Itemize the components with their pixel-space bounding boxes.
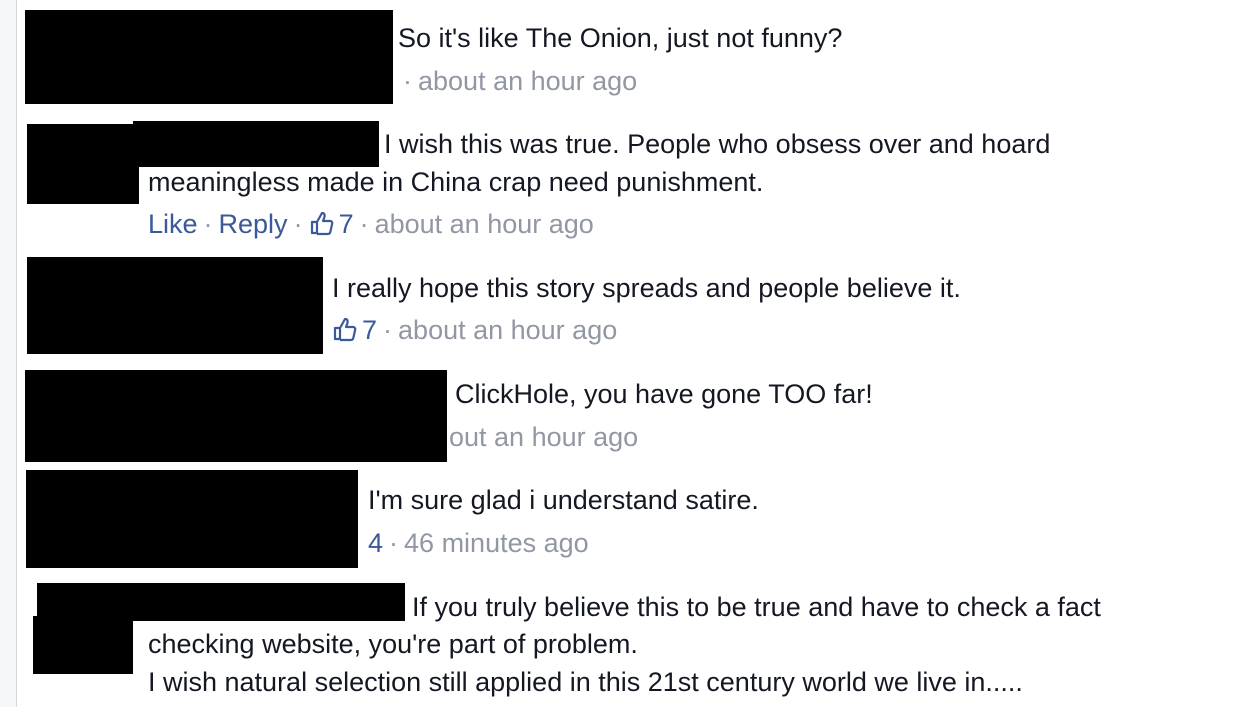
comments-panel: So it's like The Onion, just not funny? … bbox=[16, 0, 1245, 707]
comment-text-continued: checking website, you're part of problem… bbox=[148, 625, 1023, 701]
redacted-author bbox=[26, 470, 358, 568]
comment-1: So it's like The Onion, just not funny? … bbox=[17, 0, 1245, 110]
comment-text-line: I really hope this story spreads and peo… bbox=[332, 273, 961, 303]
comment-text-line: I'm sure glad i understand satire. bbox=[368, 485, 759, 515]
like-button[interactable]: Like bbox=[148, 209, 198, 239]
thumbs-up-icon bbox=[333, 317, 357, 342]
comment-timestamp[interactable]: 46 minutes ago bbox=[404, 528, 589, 558]
comment-text-line: ClickHole, you have gone TOO far! bbox=[455, 379, 873, 409]
comment-text-line: checking website, you're part of problem… bbox=[148, 629, 638, 659]
separator: · bbox=[293, 209, 303, 239]
comment-timestamp[interactable]: about an hour ago bbox=[375, 209, 594, 239]
comment-text-continued: meaningless made in China crap need puni… bbox=[148, 163, 763, 201]
like-count[interactable]: 7 bbox=[309, 209, 354, 239]
comment-timestamp[interactable]: out an hour ago bbox=[449, 422, 638, 452]
redacted-author bbox=[27, 257, 323, 354]
redacted-author bbox=[25, 10, 393, 104]
comment-4: ClickHole, you have gone TOO far! out an… bbox=[17, 362, 1245, 470]
comment-5: I'm sure glad i understand satire. 4 · 46 … bbox=[17, 470, 1245, 576]
comment-text: So it's like The Onion, just not funny? bbox=[398, 19, 842, 57]
comment-text: I really hope this story spreads and peo… bbox=[332, 269, 961, 307]
like-count-value: 7 bbox=[362, 315, 378, 345]
separator: · bbox=[389, 528, 399, 558]
comment-text: I wish this was true. People who obsess … bbox=[384, 125, 1050, 163]
comment-meta: 7 · about an hour ago bbox=[332, 313, 617, 347]
like-count-value: 7 bbox=[338, 209, 354, 239]
separator: · bbox=[383, 315, 393, 345]
comment-text-line: If you truly believe this to be true and… bbox=[412, 592, 1101, 622]
comment-text-line: meaningless made in China crap need puni… bbox=[148, 167, 764, 197]
comment-text: If you truly believe this to be true and… bbox=[412, 588, 1101, 626]
comment-3: I really hope this story spreads and peo… bbox=[17, 250, 1245, 362]
comment-text: I'm sure glad i understand satire. bbox=[368, 481, 759, 519]
comment-timestamp[interactable]: about an hour ago bbox=[398, 315, 617, 345]
comment-meta: Like · Reply · 7 · about an hour ago bbox=[148, 207, 594, 241]
like-count[interactable]: 4 bbox=[368, 528, 383, 558]
comment-text-line: I wish natural selection still applied i… bbox=[148, 667, 1023, 697]
comment-meta: · about an hour ago bbox=[397, 64, 637, 98]
redacted-author-name bbox=[133, 121, 379, 167]
comment-meta: out an hour ago bbox=[449, 420, 638, 454]
redacted-avatar bbox=[27, 124, 139, 204]
redacted-avatar bbox=[33, 616, 133, 674]
thumbs-up-icon bbox=[310, 211, 333, 236]
comment-timestamp[interactable]: about an hour ago bbox=[418, 66, 637, 96]
comment-6: If you truly believe this to be true and… bbox=[17, 576, 1245, 707]
separator: · bbox=[403, 66, 412, 96]
comment-2: I wish this was true. People who obsess … bbox=[17, 110, 1245, 250]
like-count[interactable]: 7 bbox=[332, 315, 377, 345]
comment-text: ClickHole, you have gone TOO far! bbox=[455, 375, 873, 413]
comment-text-line: So it's like The Onion, just not funny? bbox=[398, 23, 843, 53]
comment-meta: 4 · 46 minutes ago bbox=[368, 526, 589, 560]
separator: · bbox=[359, 209, 369, 239]
comment-text-line: I wish this was true. People who obsess … bbox=[384, 129, 1051, 159]
redacted-author bbox=[25, 370, 447, 462]
separator: · bbox=[203, 209, 213, 239]
reply-button[interactable]: Reply bbox=[219, 209, 288, 239]
